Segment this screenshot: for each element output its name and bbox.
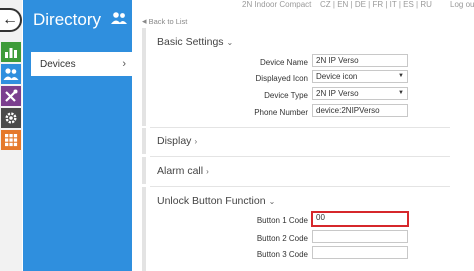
section-alarm-call[interactable]: Alarm call › bbox=[157, 165, 209, 177]
panel-title: Directory bbox=[33, 10, 102, 29]
logout-link[interactable]: Log ou bbox=[450, 0, 474, 9]
back-arrow-icon[interactable]: ← bbox=[0, 8, 22, 32]
chevron-down-icon: ⌄ bbox=[268, 197, 276, 206]
section-title: Alarm call bbox=[157, 165, 204, 177]
chevron-left-icon: ◂ bbox=[142, 16, 147, 26]
section-basic-settings[interactable]: Basic Settings ⌄ bbox=[157, 36, 233, 48]
back-to-list-link[interactable]: ◂ Back to List bbox=[142, 16, 187, 27]
chevron-right-icon: › bbox=[122, 58, 126, 70]
status-chart-icon[interactable] bbox=[1, 42, 21, 62]
displayed-icon-select[interactable]: Device icon ▼ bbox=[312, 70, 408, 83]
top-bar: 2N Indoor Compact CZ | EN | DE | FR | IT… bbox=[132, 0, 474, 12]
device-type-select[interactable]: 2N IP Verso ▼ bbox=[312, 87, 408, 100]
device-type-label: Device Type bbox=[264, 91, 308, 100]
section-divider bbox=[150, 186, 450, 187]
sidebar-item-devices[interactable]: Devices › bbox=[31, 52, 132, 76]
device-type-value: 2N IP Verso bbox=[316, 89, 359, 98]
button-1-code-value: 00 bbox=[316, 213, 325, 222]
directory-panel: Directory Devices › bbox=[23, 0, 132, 271]
back-link-label: Back to List bbox=[148, 17, 188, 26]
section-title: Display bbox=[157, 135, 192, 147]
chevron-right-icon: › bbox=[206, 167, 209, 176]
section-title: Basic Settings bbox=[157, 36, 224, 48]
icon-rail: ← bbox=[0, 0, 22, 271]
section-accent-bar bbox=[142, 157, 146, 184]
people-icon bbox=[110, 11, 128, 30]
chevron-right-icon: › bbox=[194, 137, 198, 146]
button-1-code-label: Button 1 Code bbox=[256, 216, 308, 225]
device-title: 2N Indoor Compact bbox=[242, 0, 312, 9]
directory-icon[interactable] bbox=[1, 64, 21, 84]
section-title: Unlock Button Function bbox=[157, 195, 266, 207]
services-tools-icon[interactable] bbox=[1, 86, 21, 106]
displayed-icon-value: Device icon bbox=[316, 72, 358, 81]
section-divider bbox=[150, 127, 450, 128]
phone-number-value: device:2NIPVerso bbox=[316, 106, 380, 115]
phone-number-label: Phone Number bbox=[254, 108, 308, 117]
sidebar-item-label: Devices bbox=[40, 58, 76, 70]
phone-number-field[interactable]: device:2NIPVerso bbox=[312, 104, 408, 117]
displayed-icon-label: Displayed Icon bbox=[255, 74, 308, 83]
device-name-value: 2N IP Verso bbox=[316, 56, 359, 65]
button-1-code-field[interactable]: 00 bbox=[311, 211, 409, 227]
section-accent-bar bbox=[142, 128, 146, 154]
language-selector[interactable]: CZ | EN | DE | FR | IT | ES | RU bbox=[320, 0, 432, 9]
button-3-code-field[interactable] bbox=[312, 246, 408, 259]
dropdown-caret-icon: ▼ bbox=[398, 90, 404, 96]
device-detail-form: Basic Settings ⌄ Device Name 2N IP Verso … bbox=[142, 28, 474, 271]
device-name-label: Device Name bbox=[259, 58, 308, 67]
section-unlock-button-function[interactable]: Unlock Button Function ⌄ bbox=[157, 195, 275, 207]
button-3-code-label: Button 3 Code bbox=[256, 250, 308, 259]
system-grid-icon[interactable] bbox=[1, 130, 21, 150]
section-display[interactable]: Display › bbox=[157, 135, 197, 147]
dropdown-caret-icon: ▼ bbox=[398, 73, 404, 79]
chevron-down-icon: ⌄ bbox=[226, 38, 234, 47]
device-name-field[interactable]: 2N IP Verso bbox=[312, 54, 408, 67]
section-divider bbox=[150, 156, 450, 157]
button-2-code-label: Button 2 Code bbox=[256, 234, 308, 243]
button-2-code-field[interactable] bbox=[312, 230, 408, 243]
hardware-gear-icon[interactable] bbox=[1, 108, 21, 128]
